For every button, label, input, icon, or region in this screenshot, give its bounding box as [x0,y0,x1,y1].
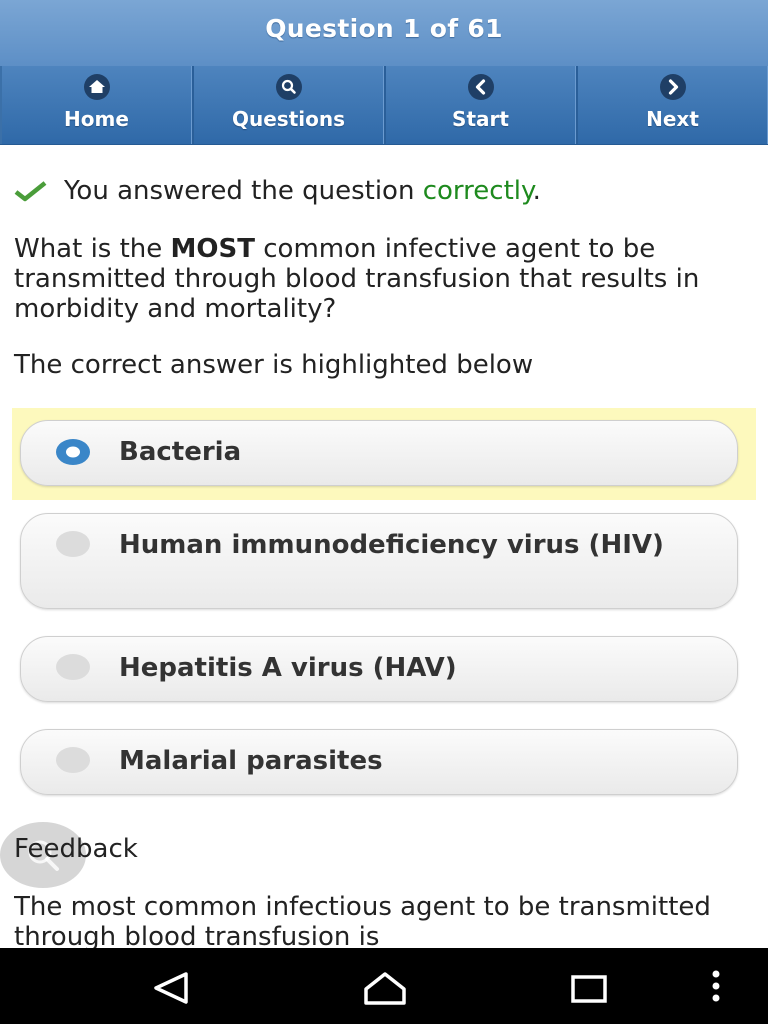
radio-unselected-icon [56,747,90,773]
answer-label: Bacteria [119,437,242,467]
back-icon[interactable] [150,968,194,1008]
next-label: Next [646,107,699,131]
next-button[interactable]: Next [576,66,768,144]
answer-label: Malarial parasites [119,746,383,776]
radio-unselected-icon [56,531,90,557]
result-correct-word: correctly [422,176,533,206]
result-text: You answered the question correctly. [64,176,541,206]
system-nav-bar [0,948,768,1024]
answer-option-malaria[interactable]: Malarial parasites [20,729,738,795]
answer-hint: The correct answer is highlighted below [14,350,534,380]
search-icon [275,74,302,100]
answer-option-bacteria[interactable]: Bacteria [20,420,738,486]
radio-selected-icon [56,439,90,465]
page-title: Question 1 of 61 [265,14,503,43]
home-outline-icon[interactable] [362,970,408,1006]
chevron-left-icon [467,74,494,100]
answer-option-hav[interactable]: Hepatitis A virus (HAV) [20,636,738,702]
nav-bar: Home Questions Start Next [0,66,768,145]
home-label: Home [64,107,129,131]
question-before: What is the [14,234,171,264]
question-text: What is the MOST common infective agent … [14,234,759,324]
start-label: Start [452,107,509,131]
chevron-right-icon [659,74,686,100]
result-prefix: You answered the question [64,176,423,206]
feedback-text: The most common infectious agent to be t… [14,892,711,948]
checkmark-icon [14,181,47,202]
recents-icon[interactable] [570,974,610,1004]
answer-option-hiv[interactable]: Human immunodeficiency virus (HIV) [20,513,738,609]
answer-label: Hepatitis A virus (HAV) [119,653,457,683]
home-button[interactable]: Home [0,66,192,144]
start-button[interactable]: Start [384,66,576,144]
questions-button[interactable]: Questions [192,66,384,144]
home-icon [83,74,110,100]
feedback-heading: Feedback [14,834,138,864]
questions-label: Questions [231,107,345,131]
result-suffix: . [532,176,541,206]
answer-label: Human immunodeficiency virus (HIV) [119,530,664,560]
more-vert-icon[interactable] [706,968,726,1008]
radio-unselected-icon [56,654,90,680]
question-emphasis: MOST [170,234,255,264]
app-header: Question 1 of 61 [0,0,768,67]
